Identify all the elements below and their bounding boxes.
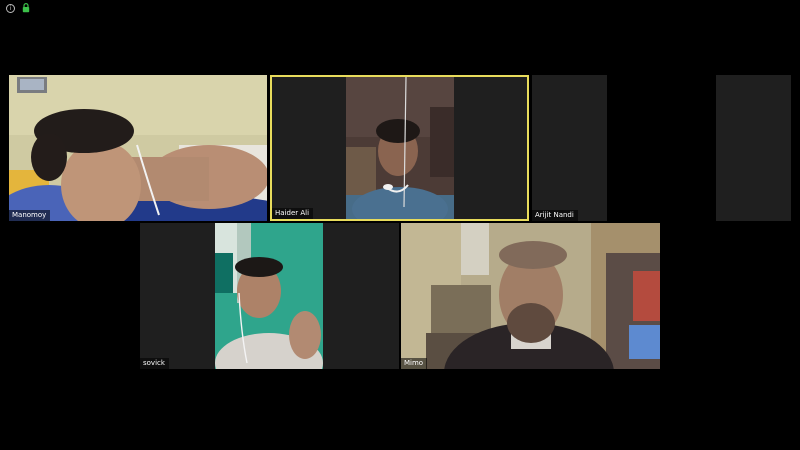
participant-video — [215, 223, 323, 369]
participant-tile[interactable] — [716, 75, 791, 221]
participant-tile-manomoy[interactable]: Manomoy — [9, 75, 267, 221]
info-icon[interactable]: i — [6, 4, 15, 13]
participant-video — [346, 77, 454, 219]
participant-name-label: Mimo — [401, 358, 428, 369]
participant-name-label: sovick — [140, 358, 169, 369]
participant-video — [401, 223, 660, 369]
lock-icon[interactable] — [22, 3, 30, 13]
participant-tile-mimo[interactable]: Mimo — [401, 223, 660, 369]
participant-name-label: Haider Ali — [272, 208, 314, 219]
participant-tile-sovick[interactable]: sovick — [140, 223, 399, 369]
video-meeting-gallery-view: i Manomoy Haider Ali Arijit Nandi sovick… — [0, 0, 800, 450]
participant-tile-arijit-nandi[interactable]: Arijit Nandi — [532, 75, 607, 221]
participant-tile-haider-ali[interactable]: Haider Ali — [270, 75, 529, 221]
participant-name-label: Arijit Nandi — [532, 210, 578, 221]
participant-video — [9, 75, 267, 221]
meeting-top-bar: i — [0, 0, 800, 16]
participant-name-label: Manomoy — [9, 210, 51, 221]
